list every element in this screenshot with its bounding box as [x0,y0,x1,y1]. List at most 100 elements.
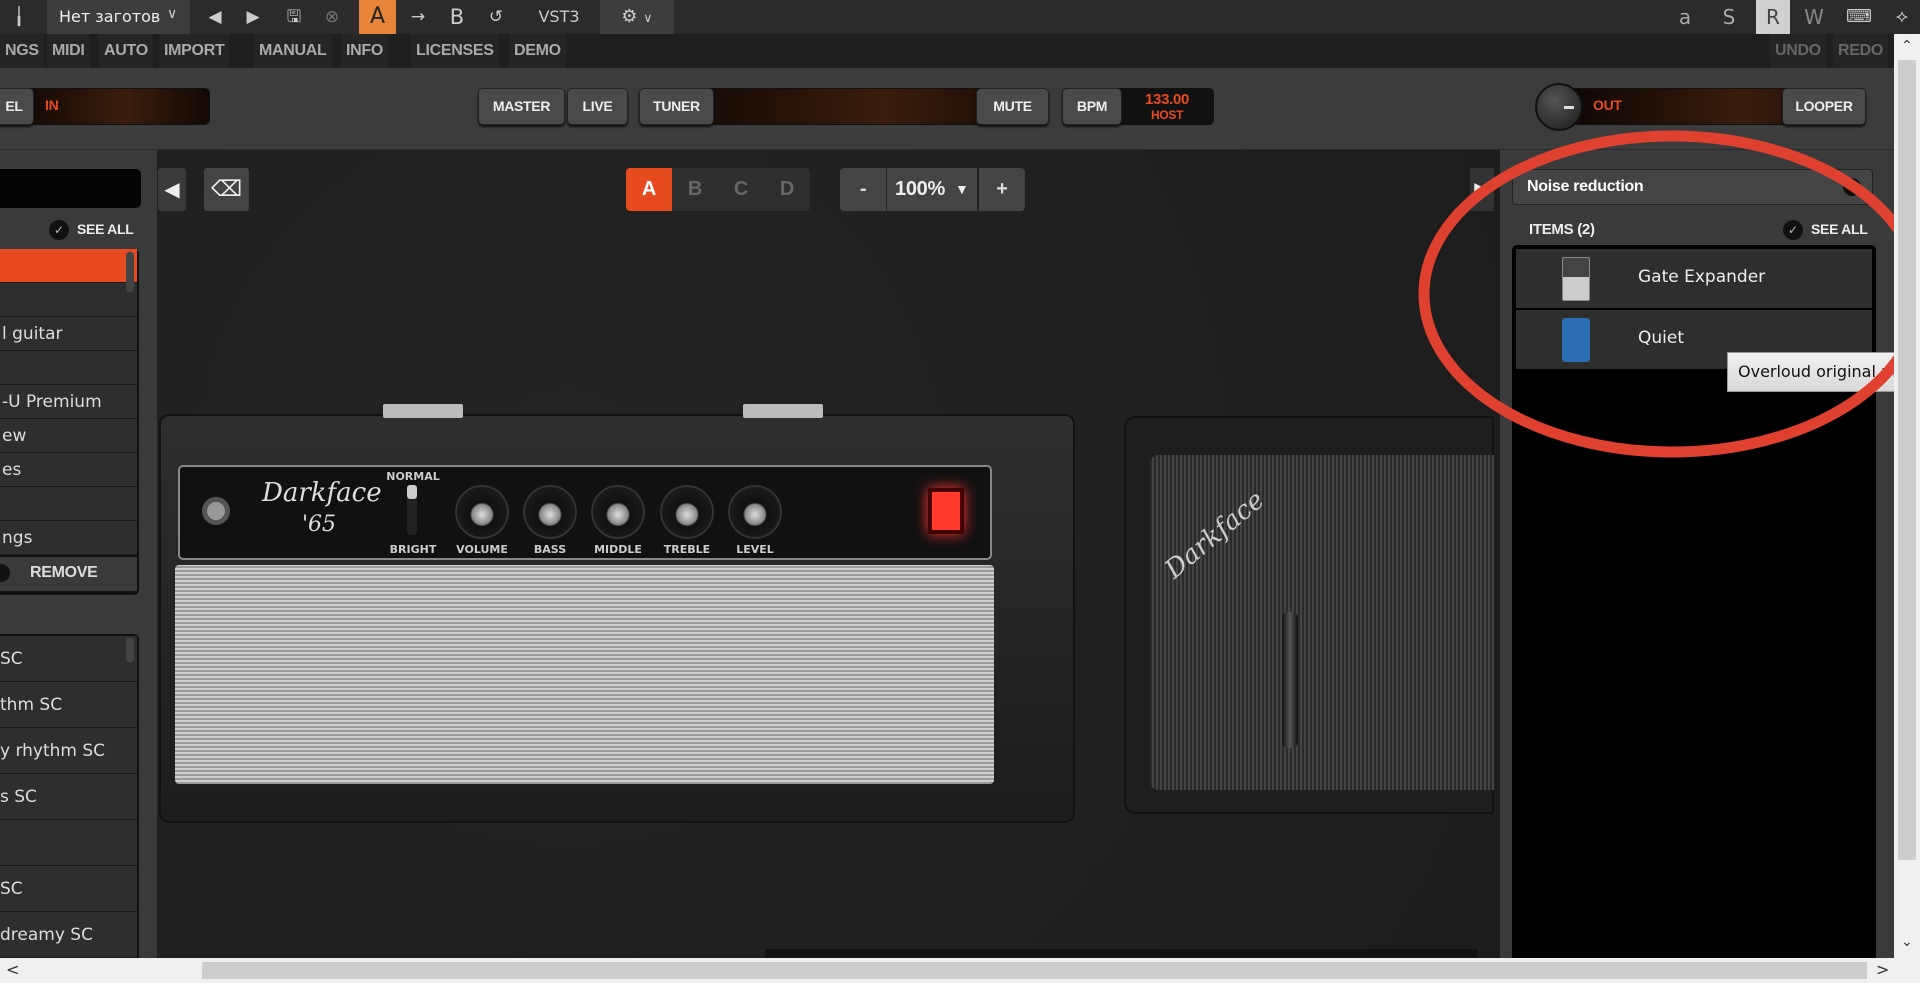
mute-button[interactable]: MUTE [976,88,1049,125]
scene-b-button[interactable]: B [672,168,718,211]
zoom-in-button[interactable]: + [979,168,1025,211]
format-label: VST3 [538,7,580,26]
menu-settings[interactable]: NGS [0,34,44,68]
list-item[interactable] [0,487,137,521]
preset-dropdown[interactable]: Нет заготов ∨ [47,0,190,34]
keyboard-icon[interactable]: ⌨ [1845,0,1873,34]
list-item[interactable]: ew [0,419,137,453]
list-item[interactable]: SC [0,636,137,682]
bpm-value: 133.00 [1145,91,1190,108]
scene-a-button[interactable]: A [626,168,672,211]
treble-knob[interactable] [660,485,714,539]
settings-dropdown[interactable]: ⚙ ∨ [600,0,674,34]
scrollbar-thumb[interactable] [126,252,134,292]
power-lamp[interactable] [928,488,964,534]
bass-knob[interactable] [523,485,577,539]
gear-icon: ⚙ [621,6,638,27]
a-button[interactable]: a [1672,0,1698,34]
level-button[interactable]: EL [0,88,34,125]
list-item[interactable]: es [0,453,137,487]
output-volume-knob[interactable] [1535,83,1583,131]
prev-preset-icon[interactable]: ◀ [204,0,226,34]
vertical-scrollbar[interactable]: ⌃ ⌄ [1894,34,1920,958]
undo-button[interactable]: UNDO [1770,34,1826,68]
level-knob[interactable] [728,485,782,539]
bright-switch[interactable] [407,485,417,535]
menu-demo[interactable]: DEMO [509,34,566,68]
arrow-right-icon[interactable]: → [406,0,430,34]
cab-grille [1150,455,1494,790]
scrollbar-thumb[interactable] [126,638,134,662]
w-button[interactable]: W [1801,0,1827,34]
minus-icon [0,564,10,582]
handle-bracket [743,404,823,418]
master-button[interactable]: MASTER [478,88,565,125]
redo-button[interactable]: REDO [1833,34,1889,68]
horizontal-scrollbar[interactable]: < > [0,958,1920,983]
s-button[interactable]: S [1716,0,1742,34]
looper-button[interactable]: LOOPER [1782,88,1866,125]
menu-auto[interactable]: AUTO [99,34,153,68]
input-jack[interactable] [202,497,230,525]
list-item[interactable] [0,351,137,385]
scroll-up-icon[interactable]: ⌃ [1901,38,1913,54]
caret-down-icon: ▼ [1843,178,1861,196]
list-item[interactable]: l guitar [0,317,137,351]
switch-label-bright: BRIGHT [389,543,437,556]
check-icon[interactable]: ✓ [49,220,69,240]
bpm-button[interactable]: BPM [1062,88,1122,125]
in-label: IN [45,97,59,113]
scene-c-button[interactable]: C [718,168,764,211]
menu-licenses[interactable]: LICENSES [411,34,499,68]
microphone[interactable] [1282,612,1298,748]
compare-b-button[interactable]: B [445,0,469,34]
caret-down-icon: ▼ [955,181,969,197]
menu-info[interactable]: INFO [341,34,389,68]
list-item[interactable]: -U Premium [0,385,137,419]
tuner-button[interactable]: TUNER [639,88,714,125]
zoom-out-button[interactable]: - [840,168,886,211]
remove-button[interactable]: REMOVE [0,557,137,591]
list-item[interactable]: y rhythm SC [0,728,137,774]
search-input[interactable] [0,169,141,208]
r-button[interactable]: R [1756,0,1790,34]
scroll-right-icon[interactable]: > [1876,960,1889,979]
see-all-button[interactable]: SEE ALL [1811,221,1868,237]
close-circle-icon[interactable]: ⊗ [320,0,344,34]
compare-a-button[interactable]: A [359,0,396,34]
collapse-right-button[interactable]: ▶ [1470,168,1494,211]
list-item[interactable]: Gate Expander [1516,249,1872,308]
list-item[interactable]: dreamy SC [0,912,137,958]
undo-icon[interactable]: ↺ [484,0,508,34]
menu-midi[interactable]: MIDI [47,34,90,68]
menu-import[interactable]: IMPORT [159,34,230,68]
scene-d-button[interactable]: D [764,168,810,211]
pin-icon[interactable]: ⟡ [1888,0,1916,34]
collapse-left-button[interactable]: ◀ [158,168,186,211]
scroll-down-icon[interactable]: ⌄ [1901,934,1913,950]
zoom-dropdown[interactable]: 100% ▼ [887,168,977,211]
list-item[interactable]: s SC [0,774,137,820]
scrollbar-thumb[interactable] [1898,60,1916,860]
scroll-left-icon[interactable]: < [6,960,19,979]
middle-knob[interactable] [591,485,645,539]
list-item[interactable]: thm SC [0,682,137,728]
switch-label-normal: NORMAL [386,470,440,483]
menu-icon[interactable]: ╽ [8,0,30,34]
see-all-button[interactable]: SEE ALL [77,221,134,237]
live-button[interactable]: LIVE [567,88,628,125]
menu-manual[interactable]: MANUAL [254,34,332,68]
next-preset-icon[interactable]: ▶ [242,0,264,34]
save-icon[interactable]: 🖫 [282,0,306,34]
list-item[interactable]: SC [0,866,137,912]
list-item[interactable] [0,820,137,866]
list-item[interactable] [0,283,137,317]
eraser-icon[interactable]: ⌫ [204,168,249,211]
list-item[interactable]: ngs [0,521,137,555]
category-dropdown[interactable]: Noise reduction ▼ [1512,169,1873,205]
scrollbar-thumb[interactable] [202,962,1867,979]
knob-label: LEVEL [736,543,774,556]
list-item[interactable] [0,249,137,283]
volume-knob[interactable] [455,485,509,539]
check-icon[interactable]: ✓ [1783,220,1803,240]
